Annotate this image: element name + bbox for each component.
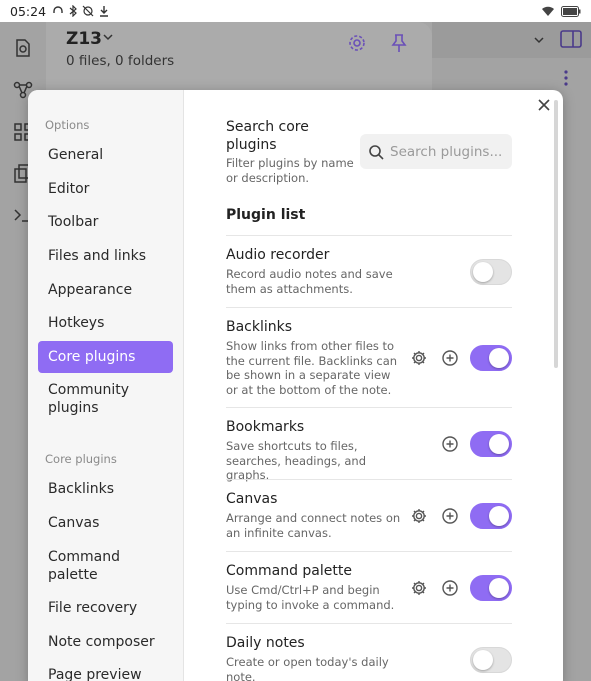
search-input[interactable] xyxy=(390,143,505,160)
more-options-icon[interactable] xyxy=(563,69,569,87)
close-icon[interactable] xyxy=(536,97,552,113)
toggle-knob xyxy=(473,262,493,282)
plugin-name: Command palette xyxy=(226,563,352,579)
chevron-down-icon[interactable] xyxy=(533,35,545,45)
status-bar: 05:24 xyxy=(0,0,591,22)
plugin-controls xyxy=(470,259,512,285)
sidebar-item-editor[interactable]: Editor xyxy=(38,180,173,198)
toggle-knob xyxy=(489,578,509,598)
plugin-description: Use Cmd/Ctrl+P and begin typing to invok… xyxy=(226,583,395,612)
plus-circle-icon[interactable] xyxy=(439,505,461,527)
toggle-knob xyxy=(489,506,509,526)
toggle-knob xyxy=(489,434,509,454)
plugin-toggle-command-palette[interactable] xyxy=(470,575,512,601)
gear-icon[interactable] xyxy=(408,347,430,369)
options-heading: Options xyxy=(45,118,90,132)
headset-icon xyxy=(53,6,63,13)
sidebar-item-canvas[interactable]: Canvas xyxy=(38,514,173,532)
plugin-row-backlinks: Backlinks Show links from other files to … xyxy=(226,307,512,407)
plugin-name: Daily notes xyxy=(226,635,305,651)
plugin-name: Backlinks xyxy=(226,319,293,335)
sidebar-item-toolbar[interactable]: Toolbar xyxy=(38,213,173,231)
file-search-icon[interactable] xyxy=(12,37,34,59)
plugin-name: Bookmarks xyxy=(226,419,305,435)
sidebar-item-community-plugins[interactable]: Community plugins xyxy=(38,381,148,417)
plugin-controls xyxy=(470,647,512,673)
download-icon xyxy=(100,6,109,17)
plus-circle-icon[interactable] xyxy=(439,347,461,369)
sidebar-toggle-icon[interactable] xyxy=(560,29,582,49)
scrollbar[interactable] xyxy=(554,100,558,368)
sidebar-item-core-plugins[interactable]: Core plugins xyxy=(38,341,173,373)
plugin-row-audio-recorder: Audio recorder Record audio notes and sav… xyxy=(226,235,512,307)
plugin-description: Create or open today's daily note. xyxy=(226,655,389,681)
plugin-controls xyxy=(408,503,512,529)
sidebar-item-command-palette[interactable]: Command palette xyxy=(38,548,138,584)
vault-name[interactable]: Z13 xyxy=(66,29,102,49)
settings-modal: Options General Editor Toolbar Files and… xyxy=(28,90,563,681)
gear-icon[interactable] xyxy=(408,577,430,599)
search-icon xyxy=(369,144,384,160)
chevron-down-icon[interactable] xyxy=(102,32,114,42)
sidebar-item-hotkeys[interactable]: Hotkeys xyxy=(38,314,173,332)
plus-circle-icon[interactable] xyxy=(439,577,461,599)
toggle-knob xyxy=(489,348,509,368)
wifi-icon xyxy=(542,6,554,16)
sidebar-item-file-recovery[interactable]: File recovery xyxy=(38,599,173,617)
bluetooth-icon xyxy=(69,5,77,17)
pin-icon[interactable] xyxy=(388,32,410,54)
plugin-toggle-bookmarks[interactable] xyxy=(470,431,512,457)
plugin-description: Save shortcuts to files, searches, headi… xyxy=(226,439,367,482)
plugin-description: Arrange and connect notes on an infinite… xyxy=(226,511,401,540)
toggle-knob xyxy=(473,650,493,670)
settings-sidebar: Options General Editor Toolbar Files and… xyxy=(28,90,184,681)
plugin-controls xyxy=(439,431,512,457)
plugin-row-bookmarks: Bookmarks Save shortcuts to files, search… xyxy=(226,407,512,482)
plugin-toggle-canvas[interactable] xyxy=(470,503,512,529)
plugin-controls xyxy=(408,575,512,601)
plugin-row-daily-notes: Daily notes Create or open today's daily … xyxy=(226,623,512,681)
sidebar-item-note-composer[interactable]: Note composer xyxy=(38,633,173,651)
search-setting-title: Search core plugins xyxy=(226,119,309,153)
plugin-row-canvas: Canvas Arrange and connect notes on an in… xyxy=(226,479,512,551)
sidebar-item-backlinks[interactable]: Backlinks xyxy=(38,480,173,498)
sidebar-item-appearance[interactable]: Appearance xyxy=(38,281,173,299)
gear-icon[interactable] xyxy=(346,32,368,54)
plugin-description: Record audio notes and save them as atta… xyxy=(226,267,393,296)
plugin-list-title: Plugin list xyxy=(226,207,306,223)
plugin-toggle-backlinks[interactable] xyxy=(470,345,512,371)
battery-icon xyxy=(561,5,581,17)
right-topbar xyxy=(432,22,591,58)
plugin-name: Audio recorder xyxy=(226,247,330,263)
plugin-name: Canvas xyxy=(226,491,278,507)
alarm-off-icon xyxy=(82,5,94,17)
vault-summary: 0 files, 0 folders xyxy=(66,53,175,69)
search-box[interactable] xyxy=(360,134,512,169)
plugin-description: Show links from other files to the curre… xyxy=(226,339,398,397)
core-plugins-heading: Core plugins xyxy=(45,452,117,466)
settings-content: Search core plugins Filter plugins by na… xyxy=(185,90,563,681)
sidebar-item-page-preview[interactable]: Page preview xyxy=(38,666,173,681)
plugin-controls xyxy=(408,345,512,371)
sidebar-item-general[interactable]: General xyxy=(38,146,173,164)
search-setting-description: Filter plugins by name or description. xyxy=(226,156,354,185)
gear-icon[interactable] xyxy=(408,505,430,527)
plugin-row-command-palette: Command palette Use Cmd/Ctrl+P and begin … xyxy=(226,551,512,623)
plugin-toggle-audio-recorder[interactable] xyxy=(470,259,512,285)
plus-circle-icon[interactable] xyxy=(439,433,461,455)
sidebar-item-files-and-links[interactable]: Files and links xyxy=(38,247,173,265)
plugin-toggle-daily-notes[interactable] xyxy=(470,647,512,673)
status-time: 05:24 xyxy=(10,3,47,19)
